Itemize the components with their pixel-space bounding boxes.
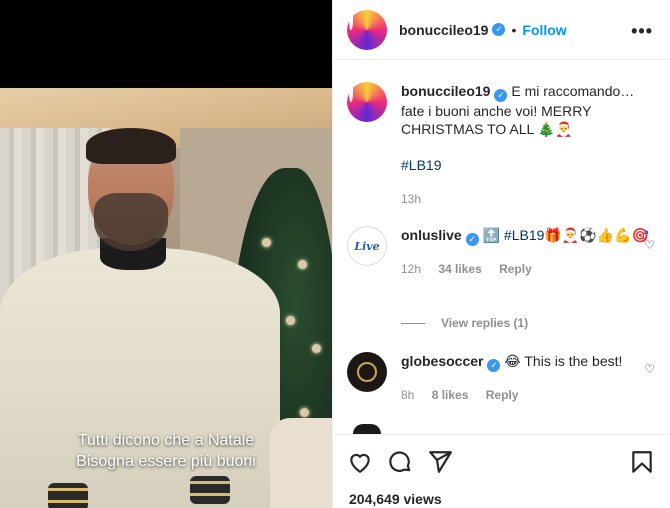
video-player[interactable]: Tutti dicono che a Natale Bisogna essere…	[0, 0, 332, 508]
comment-body: globesoccer ✓ 😂 This is the best! 8h 8 li…	[401, 352, 651, 404]
avatar[interactable]: Live	[347, 226, 387, 266]
post-header: bonuccileo19 ✓ • Follow •••	[333, 0, 670, 60]
comment-body: onluslive ✓ 🔝 #LB19🎁🎅⚽👍💪🎯 12h 34 likes Re…	[401, 226, 651, 278]
caption-body: bonuccileo19 ✓ E mi raccomando… fate i bu…	[401, 82, 651, 208]
heart-icon[interactable]: ♡	[644, 362, 655, 376]
sleeve-cuff	[190, 476, 230, 504]
comment-likes[interactable]: 34 likes	[438, 262, 481, 276]
reply-button[interactable]: Reply	[486, 388, 519, 402]
comment-likes[interactable]: 8 likes	[432, 388, 469, 402]
more-options-icon[interactable]: •••	[631, 21, 653, 42]
verified-badge-icon: ✓	[487, 359, 501, 372]
caption-username[interactable]: bonuccileo19	[401, 83, 490, 99]
comment-username[interactable]: globesoccer	[401, 353, 483, 369]
avatar-text: Live	[354, 239, 380, 253]
username[interactable]: bonuccileo19	[399, 22, 488, 38]
hair	[86, 128, 176, 164]
follow-button[interactable]: Follow	[522, 22, 566, 38]
caption-time: 13h	[401, 192, 422, 206]
beard	[94, 193, 168, 251]
separator: •	[511, 21, 517, 38]
view-count[interactable]: 204,649 views	[349, 491, 442, 507]
comment-text: 🔝	[482, 227, 501, 243]
divider	[401, 322, 425, 324]
actions-bar: 204,649 views	[333, 434, 670, 508]
comments-list[interactable]: bonuccileo19 ✓ E mi raccomando… fate i bu…	[333, 60, 670, 434]
comment-time: 8h	[401, 388, 415, 402]
verified-badge-icon: ✓	[494, 89, 508, 102]
comment: globesoccer ✓ 😂 This is the best! 8h 8 li…	[347, 352, 651, 404]
avatar	[353, 424, 381, 434]
post-panel: bonuccileo19 ✓ • Follow ••• bonuccileo19…	[332, 0, 670, 508]
comment-text: 😂 This is the best!	[504, 353, 623, 369]
comment-username[interactable]: onluslive	[401, 227, 462, 243]
comment: Live onluslive ✓ 🔝 #LB19🎁🎅⚽👍💪🎯 12h 34 lik…	[347, 226, 651, 278]
avatar[interactable]	[347, 9, 387, 50]
subtitle-line: Tutti dicono che a Natale	[77, 432, 255, 449]
subtitle-line: Bisogna essere più buoni	[76, 453, 256, 470]
reply-button[interactable]: Reply	[499, 262, 532, 276]
share-icon[interactable]	[427, 449, 453, 475]
avatar[interactable]	[347, 82, 387, 122]
comment-text: 🎁🎅⚽👍💪🎯	[544, 227, 649, 243]
verified-badge-icon: ✓	[465, 233, 479, 246]
caption-hashtag[interactable]: #LB19	[401, 156, 651, 174]
view-replies-label[interactable]: View replies (1)	[441, 316, 528, 330]
view-replies-button[interactable]: View replies (1)	[401, 316, 528, 330]
sleeve-cuff	[48, 483, 88, 508]
heart-icon[interactable]: ♡	[644, 238, 655, 252]
heart-icon[interactable]	[347, 449, 373, 475]
comment-time: 12h	[401, 262, 422, 276]
verified-badge-icon: ✓	[492, 23, 506, 36]
video-subtitle: Tutti dicono che a Natale Bisogna essere…	[0, 430, 332, 472]
avatar[interactable]	[347, 352, 387, 392]
comment-icon[interactable]	[387, 449, 413, 475]
caption: bonuccileo19 ✓ E mi raccomando… fate i bu…	[347, 82, 651, 208]
bookmark-icon[interactable]	[629, 449, 655, 475]
comment-hashtag[interactable]: #LB19	[504, 227, 544, 243]
